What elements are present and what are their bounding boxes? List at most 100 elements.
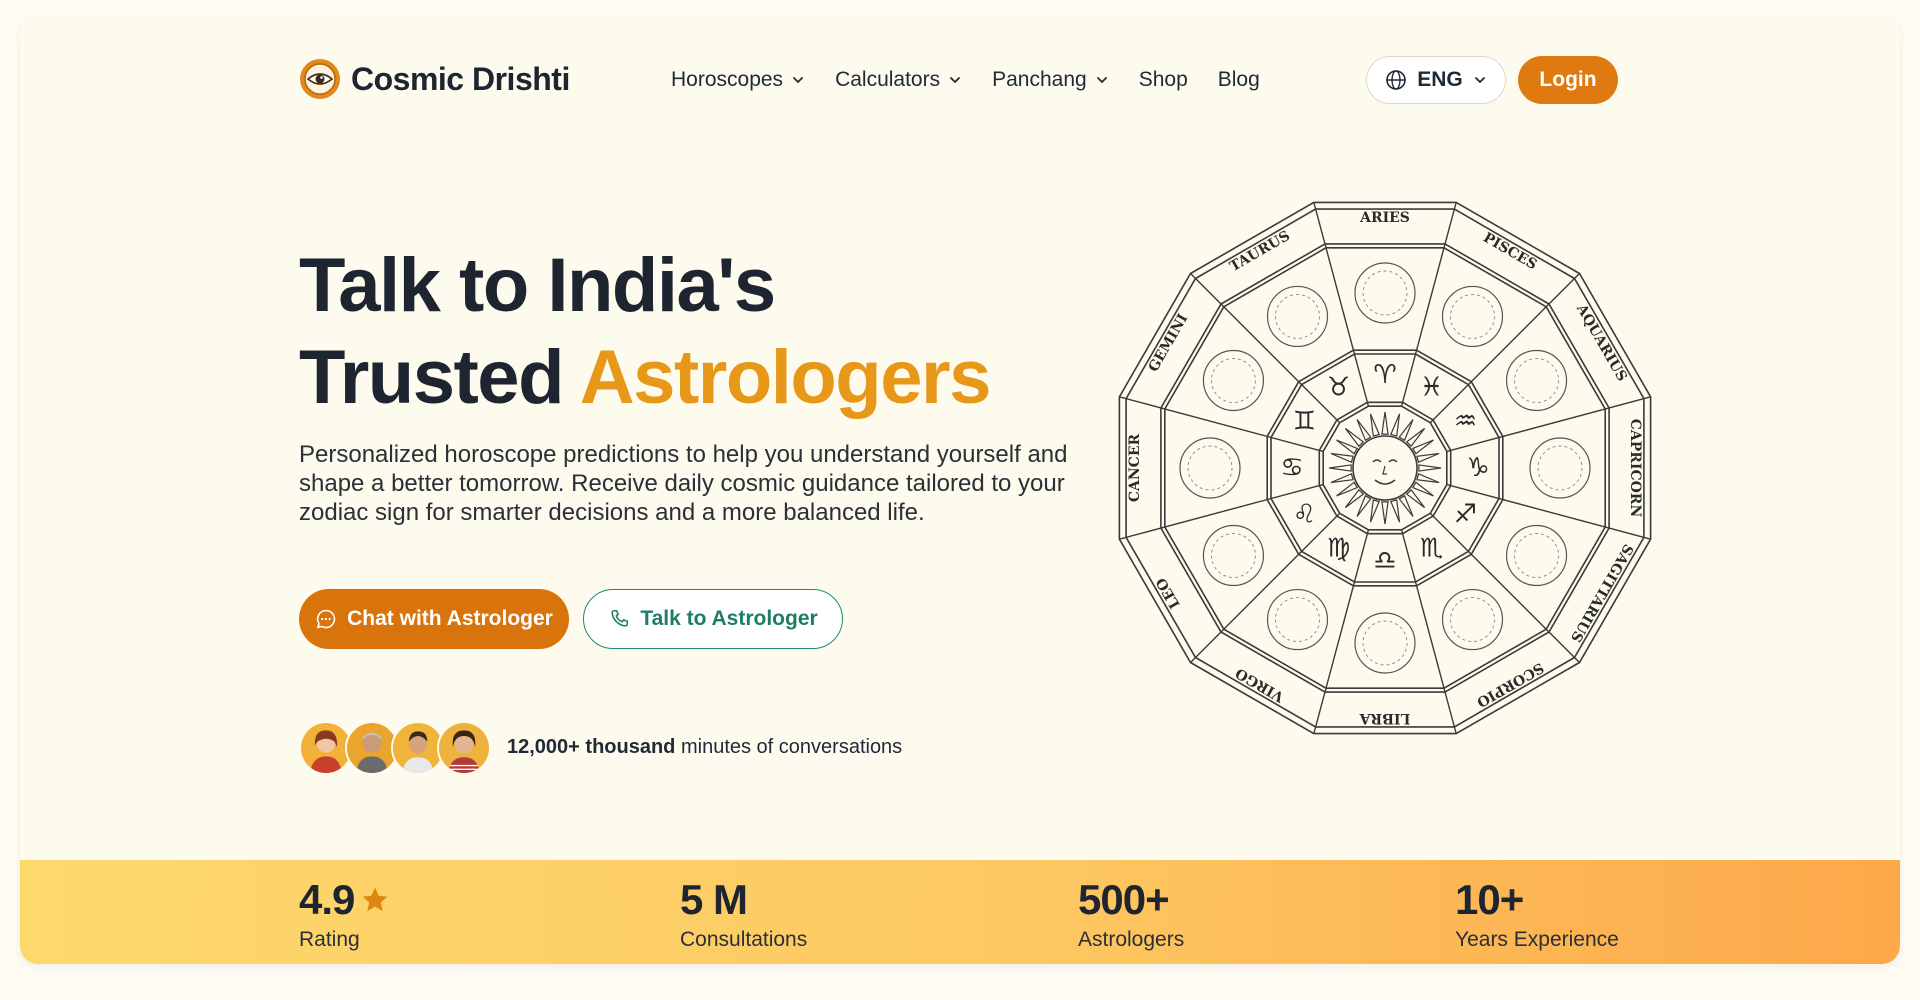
zodiac-illustration — [1354, 612, 1416, 674]
sun-ray — [1398, 494, 1414, 517]
zodiac-glyph: ♎ — [1373, 546, 1396, 576]
headline-line-2-accent: Astrologers — [579, 335, 992, 420]
zodiac-glyph: ♑ — [1466, 453, 1489, 483]
sun-ray — [1356, 494, 1372, 517]
nav-calculators-label: Calculators — [835, 68, 941, 91]
language-label: ENG — [1417, 68, 1463, 91]
sun-ray — [1411, 439, 1434, 455]
zodiac-illustration — [1354, 262, 1416, 324]
sun-ray — [1398, 419, 1414, 442]
zodiac-illustration-detail — [1362, 620, 1408, 666]
stat-astrologers-label: Astrologers — [1078, 928, 1185, 951]
zodiac-glyph: ♍ — [1327, 534, 1350, 564]
wheel-divider — [1446, 396, 1651, 453]
sun-ray — [1344, 488, 1365, 509]
wheel-divider — [1190, 512, 1341, 663]
zodiac-glyph: ♐ — [1454, 500, 1477, 530]
zodiac-glyph: ♏ — [1420, 534, 1443, 564]
sun-ray — [1381, 501, 1389, 525]
nav-blog[interactable]: Blog — [1218, 68, 1260, 92]
nav-panchang-label: Panchang — [992, 68, 1087, 91]
sun-ray — [1328, 464, 1352, 472]
sun-ray — [1369, 499, 1381, 523]
zodiac-illustration — [1505, 349, 1568, 412]
zodiac-sign-label: SAGITTARIUS — [1567, 541, 1636, 645]
brand-name: Cosmic Drishti — [351, 60, 570, 97]
chevron-down-icon — [1474, 77, 1485, 83]
zodiac-illustration-detail — [1514, 358, 1560, 403]
zodiac-glyph: ♒ — [1454, 407, 1477, 437]
hero-subtext: Personalized horoscope predictions to he… — [299, 441, 1068, 526]
zodiac-illustration-detail — [1362, 270, 1408, 316]
sun-ray — [1356, 419, 1372, 442]
zodiac-illustration — [1529, 437, 1591, 499]
sun-ray — [1336, 481, 1359, 497]
nav-panchang[interactable]: Panchang — [992, 68, 1109, 92]
sun-ray — [1416, 472, 1440, 484]
zodiac-glyph: ♌ — [1293, 500, 1316, 530]
zodiac-sign-label: GEMINI — [1146, 311, 1192, 374]
zodiac-illustration — [1202, 524, 1265, 587]
zodiac-illustration-detail — [1210, 533, 1256, 578]
chat-with-astrologer-button[interactable]: Chat with Astrologer — [299, 589, 569, 649]
zodiac-sign-label: AQUARIUS — [1573, 301, 1630, 385]
top-navigation: Cosmic Drishti Horoscopes Calculators Pa… — [20, 18, 1900, 146]
stat-rating-label: Rating — [299, 928, 360, 951]
zodiac-illustration-detail — [1450, 293, 1495, 339]
wheel-divider — [1429, 273, 1580, 424]
headline-line-1: Talk to India's — [299, 243, 776, 328]
brand-logo[interactable]: Cosmic Drishti — [299, 58, 570, 100]
zodiac-illustration — [1441, 588, 1504, 651]
stat-astrologers: 500+ Astrologers — [1078, 876, 1184, 952]
login-button[interactable]: Login — [1518, 56, 1618, 104]
sun-ray — [1369, 413, 1381, 437]
sun-ray — [1405, 488, 1426, 509]
stat-consultations-value: 5 M — [680, 876, 748, 923]
eye-logo-icon — [300, 59, 340, 99]
headline-line-2-plain: Trusted — [299, 335, 580, 420]
zodiac-illustration — [1179, 437, 1241, 499]
stat-rating: 4.9 Rating — [299, 876, 390, 952]
sun-ray — [1330, 472, 1354, 484]
talk-to-astrologer-button[interactable]: Talk to Astrologer — [583, 589, 843, 649]
stat-consultations: 5 M Consultations — [680, 876, 807, 952]
zodiac-illustration — [1266, 285, 1329, 348]
zodiac-illustration — [1505, 524, 1568, 587]
astrologer-avatars — [299, 721, 491, 775]
language-selector[interactable]: ENG — [1366, 56, 1506, 104]
chat-button-label: Chat with Astrologer — [347, 607, 553, 630]
zodiac-sign-label: PISCES — [1480, 230, 1539, 273]
wheel-divider — [1190, 273, 1341, 424]
nav-shop[interactable]: Shop — [1139, 68, 1188, 92]
zodiac-glyph: ♊ — [1293, 407, 1316, 437]
hero-headline: Talk to India's Trusted Astrologers — [299, 240, 992, 424]
avatar — [437, 721, 491, 775]
zodiac-glyph: ♋ — [1280, 453, 1303, 483]
zodiac-wheel-illustration: ARIESPISCESAQUARIUSCAPRICORNSAGITTARIUSS… — [1118, 201, 1652, 735]
sun-ray — [1381, 411, 1389, 435]
globe-icon — [1386, 70, 1407, 90]
zodiac-illustration-detail — [1275, 597, 1320, 643]
zodiac-sign-label: LIBRA — [1359, 710, 1411, 726]
zodiac-glyph: ♓ — [1420, 372, 1443, 402]
page-container: Cosmic Drishti Horoscopes Calculators Pa… — [20, 18, 1900, 964]
sun-ray — [1336, 439, 1359, 455]
nav-calculators[interactable]: Calculators — [835, 68, 962, 92]
conversations-count: 12,000+ thousand — [507, 736, 676, 758]
zodiac-illustration-detail — [1537, 445, 1583, 491]
stat-experience-value: 10+ — [1455, 876, 1524, 923]
zodiac-illustration — [1266, 588, 1329, 651]
stat-astrologers-value: 500+ — [1078, 876, 1170, 923]
stat-rating-value-row: 4.9 — [299, 876, 390, 924]
zodiac-sign-label: ARIES — [1359, 210, 1410, 226]
chat-bubble-icon — [316, 609, 336, 629]
nav-horoscopes[interactable]: Horoscopes — [671, 68, 805, 92]
stat-experience: 10+ Years Experience — [1455, 876, 1619, 952]
zodiac-illustration — [1202, 349, 1265, 412]
zodiac-illustration-detail — [1210, 358, 1256, 403]
star-icon — [362, 887, 388, 912]
sun-ray — [1416, 452, 1440, 464]
zodiac-illustration-detail — [1514, 533, 1560, 578]
sun-ray — [1389, 413, 1401, 437]
nav-horoscopes-label: Horoscopes — [671, 68, 784, 91]
